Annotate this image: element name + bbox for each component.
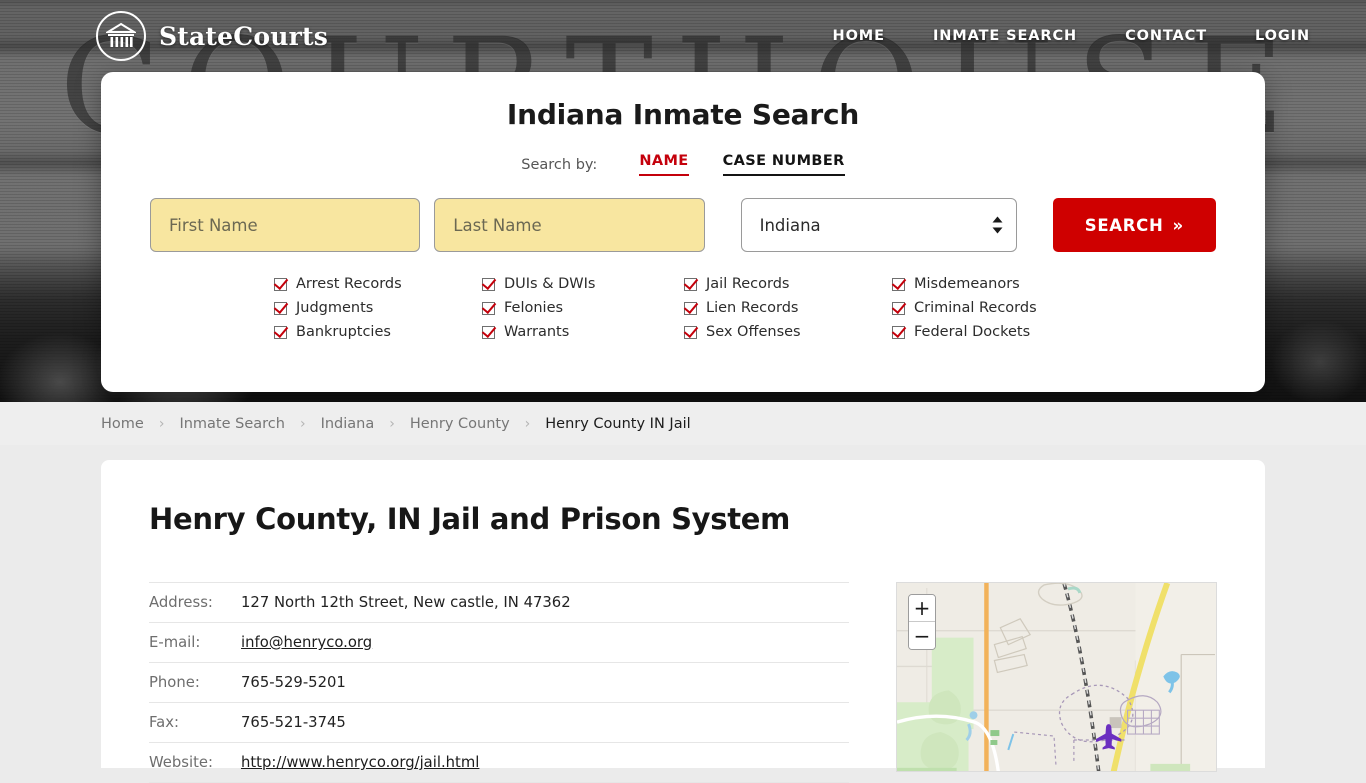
main-nav: HOME INMATE SEARCH CONTACT LOGIN (809, 22, 1334, 50)
checklist-label: Criminal Records (914, 300, 1037, 316)
breadcrumb-item-inmate-search[interactable]: Inmate Search (179, 416, 285, 432)
row-label: Website: (149, 754, 213, 771)
nav-item-home[interactable]: HOME (809, 22, 909, 50)
row-label: Phone: (149, 674, 200, 691)
map-zoom-in-button[interactable]: + (909, 595, 935, 622)
courthouse-circle-icon (96, 11, 146, 61)
search-by-label: Search by: (521, 156, 598, 173)
breadcrumb-item-home[interactable]: Home (101, 416, 144, 432)
checklist-item[interactable]: Sex Offenses (684, 324, 892, 340)
map-zoom-controls: + − (908, 594, 936, 650)
checklist-label: Federal Dockets (914, 324, 1031, 340)
breadcrumb-item-indiana[interactable]: Indiana (321, 416, 375, 432)
check-icon (684, 325, 697, 339)
breadcrumb: Home › Inmate Search › Indiana › Henry C… (0, 402, 1366, 445)
checklist-label: Lien Records (706, 300, 799, 316)
checklist-label: Sex Offenses (706, 324, 801, 340)
check-icon (892, 277, 905, 291)
check-icon (684, 301, 697, 315)
breadcrumb-separator-icon: › (158, 415, 165, 432)
checklist-label: Arrest Records (296, 276, 402, 292)
checklist-item[interactable]: Felonies (482, 300, 684, 316)
checklist-label: Felonies (504, 300, 564, 316)
page-title: Henry County, IN Jail and Prison System (149, 502, 791, 536)
table-row: Fax: 765-521-3745 (149, 703, 849, 743)
state-select[interactable]: Indiana (740, 198, 1017, 252)
checklist-item[interactable]: Jail Records (684, 276, 892, 292)
check-icon (482, 301, 495, 315)
checklist-item[interactable]: DUIs & DWIs (482, 276, 684, 292)
breadcrumb-item-henry-county[interactable]: Henry County (410, 416, 510, 432)
checklist-item[interactable]: Lien Records (684, 300, 892, 316)
hero-section: COURTHOUSE StateCourts HOME INMATE SEARC… (0, 0, 1366, 402)
search-by-row: Search by: NAME CASE NUMBER (149, 153, 1217, 176)
check-icon (892, 301, 905, 315)
nav-item-inmate-search[interactable]: INMATE SEARCH (909, 22, 1101, 50)
row-value-phone: 765-529-5201 (241, 674, 346, 691)
check-icon (274, 301, 287, 315)
search-fields-row: Indiana SEARCH » (149, 198, 1217, 252)
checklist-label: DUIs & DWIs (504, 276, 596, 292)
check-icon (482, 277, 495, 291)
check-icon (892, 325, 905, 339)
last-name-input[interactable] (434, 198, 705, 252)
tab-case-number[interactable]: CASE NUMBER (722, 153, 845, 176)
check-icon (482, 325, 495, 339)
checklist-item[interactable]: Bankruptcies (274, 324, 482, 340)
brand-logo[interactable]: StateCourts (96, 11, 328, 61)
checklist-label: Misdemeanors (914, 276, 1020, 292)
checklist-label: Jail Records (706, 276, 790, 292)
breadcrumb-separator-icon: › (524, 415, 531, 432)
checklist-label: Warrants (504, 324, 570, 340)
nav-item-login[interactable]: LOGIN (1231, 22, 1334, 50)
row-value-fax: 765-521-3745 (241, 714, 346, 731)
row-label: Address: (149, 594, 213, 611)
checklist-item[interactable]: Judgments (274, 300, 482, 316)
breadcrumb-item-current: Henry County IN Jail (545, 415, 691, 432)
row-value-address: 127 North 12th Street, New castle, IN 47… (241, 594, 571, 611)
search-card-title: Indiana Inmate Search (506, 98, 860, 131)
checklist-item[interactable]: Criminal Records (892, 300, 1092, 316)
search-button[interactable]: SEARCH » (1052, 198, 1216, 252)
first-name-input[interactable] (150, 198, 421, 252)
top-navigation-bar: StateCourts HOME INMATE SEARCH CONTACT L… (0, 0, 1366, 72)
table-row: Phone: 765-529-5201 (149, 663, 849, 703)
table-row: E-mail: info@henryco.org (149, 623, 849, 663)
state-select-wrapper: Indiana (740, 198, 1017, 252)
table-row: Website: http://www.henryco.org/jail.htm… (149, 743, 849, 783)
facility-info-table: Address: 127 North 12th Street, New cast… (149, 582, 849, 783)
checklist-label: Bankruptcies (296, 324, 391, 340)
checklist-item[interactable]: Federal Dockets (892, 324, 1092, 340)
check-icon (274, 325, 287, 339)
facility-details-row: Address: 127 North 12th Street, New cast… (149, 582, 1217, 783)
table-row: Address: 127 North 12th Street, New cast… (149, 582, 849, 623)
check-icon (274, 277, 287, 291)
check-icon (684, 277, 697, 291)
search-button-label: SEARCH (1084, 215, 1164, 235)
row-value-email-link[interactable]: info@henryco.org (241, 634, 372, 651)
record-types-checklist: Arrest Records DUIs & DWIs Jail Records … (149, 276, 1217, 340)
row-label: Fax: (149, 714, 179, 731)
checklist-item[interactable]: Arrest Records (274, 276, 482, 292)
tab-name[interactable]: NAME (639, 153, 689, 176)
map-tiles (897, 583, 1216, 771)
checklist-item[interactable]: Misdemeanors (892, 276, 1092, 292)
location-map[interactable]: + − (896, 582, 1217, 772)
row-value-website-link[interactable]: http://www.henryco.org/jail.html (241, 754, 479, 771)
row-label: E-mail: (149, 634, 201, 651)
content-card: Henry County, IN Jail and Prison System … (101, 460, 1265, 783)
breadcrumb-separator-icon: › (389, 415, 395, 432)
nav-item-contact[interactable]: CONTACT (1101, 22, 1231, 50)
map-zoom-out-button[interactable]: − (909, 622, 935, 649)
brand-name: StateCourts (159, 21, 328, 51)
double-chevron-right-icon: » (1172, 215, 1184, 235)
inmate-search-card: Indiana Inmate Search Search by: NAME CA… (101, 72, 1265, 392)
checklist-label: Judgments (296, 300, 374, 316)
checklist-item[interactable]: Warrants (482, 324, 684, 340)
breadcrumb-separator-icon: › (299, 415, 306, 432)
